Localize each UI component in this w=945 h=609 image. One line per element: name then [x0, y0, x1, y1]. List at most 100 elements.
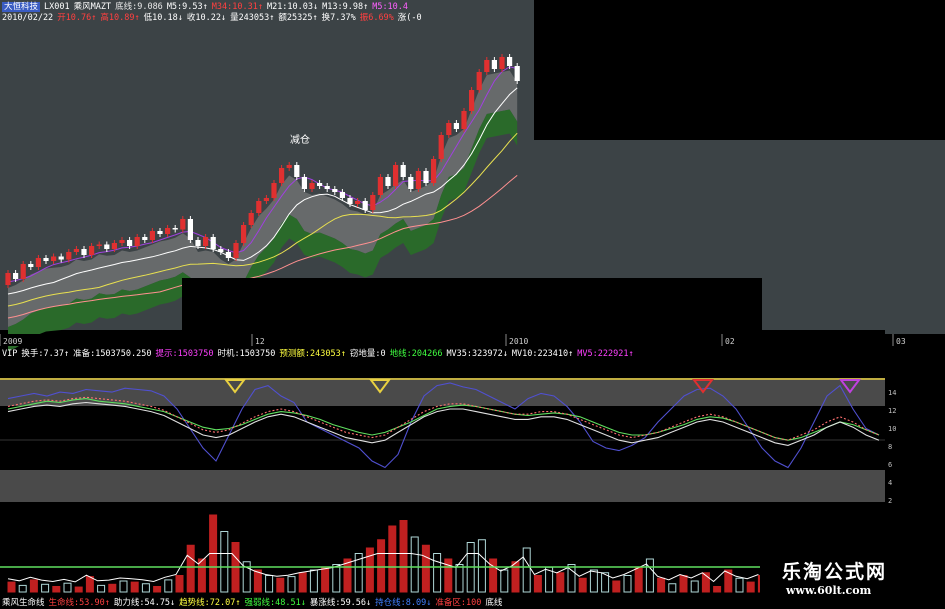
volume-bar — [612, 580, 621, 593]
candle-body — [248, 213, 254, 225]
y-tick-label: 12 — [888, 407, 896, 415]
indicator-item-5: 预测额:243053↑ — [279, 349, 346, 359]
y-tick-label: 8 — [888, 443, 892, 451]
candle-body — [165, 228, 171, 234]
candle-body — [233, 243, 239, 258]
candle-body — [225, 252, 231, 258]
candle-body — [241, 225, 247, 243]
candle-body — [370, 195, 376, 210]
quote-item-1: 开10.76↑ — [57, 13, 97, 23]
volume-bar — [153, 586, 162, 593]
overlay-block-center — [182, 278, 762, 330]
candle-body — [355, 201, 361, 204]
quote-item-8: 振6.69% — [359, 13, 394, 23]
candle-body — [43, 258, 49, 261]
indicator-item-9: MV10:223410↑ — [511, 349, 574, 359]
candle-body — [203, 237, 209, 246]
candle-body — [514, 66, 520, 81]
candle-body — [66, 252, 72, 260]
candle-body — [157, 231, 163, 234]
volume-bar — [197, 558, 206, 593]
lifeline-item-8: 底线 — [485, 598, 503, 608]
timeline-label: 03 — [896, 337, 906, 346]
candle-body — [377, 177, 383, 195]
candle-body — [461, 111, 467, 129]
indicator-item-7: 地线:204266 — [389, 349, 443, 359]
indicator-item-1: 换手:7.37↑ — [21, 349, 70, 359]
candle-body — [476, 72, 482, 90]
candle-body — [408, 177, 414, 189]
volume-bar — [186, 544, 195, 593]
volume-bar — [713, 586, 722, 593]
candle-body — [81, 249, 87, 255]
header-item-8: M5:10.4 — [372, 2, 409, 12]
lifeline-item-2: 助力线:54.75↓ — [113, 598, 176, 608]
candle-body — [96, 244, 102, 246]
candle-body — [13, 273, 19, 279]
lifeline-item-4: 强弱线:48.51↓ — [244, 598, 306, 608]
header-item-5: M34:10.31↑ — [211, 2, 263, 12]
candle-body — [58, 256, 64, 260]
candle-body — [362, 201, 368, 210]
candle-body — [20, 264, 26, 279]
indicator-item-10: MV5:222921↑ — [577, 349, 634, 359]
volume-bar — [108, 583, 117, 593]
quote-item-4: 收10.22↓ — [186, 13, 227, 23]
timeline-label: 12 — [255, 337, 265, 346]
volume-bar — [377, 539, 386, 593]
volume-bar — [489, 558, 498, 593]
candle-body — [187, 219, 193, 240]
indicator-item-8: MV35:323972↓ — [446, 349, 508, 359]
header-item-7: M13:9.98↑ — [322, 2, 369, 12]
header-item-4: M5:9.53↑ — [166, 2, 208, 12]
volume-bar — [421, 544, 430, 593]
indicator-item-6: 窃地量:0 — [349, 349, 386, 359]
candle-body — [195, 240, 201, 246]
volume-bar — [388, 525, 397, 593]
volume-bar — [7, 581, 16, 593]
candle-body — [119, 240, 125, 243]
quote-item-0: 2010/02/22 — [2, 13, 54, 23]
indicator-item-4: 时机:1503750 — [217, 349, 276, 359]
header-row-1: 大恒科技 LX001 乘风MAZT 底线:9.086 M5:9.53↑ M34:10.31… — [2, 2, 412, 12]
quote-item-6: 额25325↑ — [278, 13, 318, 23]
candle-body — [210, 237, 216, 249]
quote-item-9: 涨(-0 — [397, 13, 422, 23]
watermark-url: www.60lt.com — [786, 584, 872, 597]
candle-body — [309, 183, 315, 189]
header-item-6: M21:10.03↓ — [266, 2, 319, 12]
candle-body — [431, 159, 437, 183]
volume-bar — [578, 577, 587, 593]
right-edge-strip — [885, 140, 945, 340]
indicator-item-0: VIP — [2, 349, 18, 359]
header-item-2: 乘风MAZT — [73, 2, 112, 12]
candle-body — [324, 186, 330, 189]
candle-body — [286, 165, 292, 168]
y-tick-label: 2 — [888, 497, 892, 505]
volume-bar — [52, 586, 61, 593]
candle-body — [104, 244, 110, 249]
candle-body — [5, 273, 11, 285]
quote-item-5: 量243053↑ — [230, 13, 275, 23]
header-row-2: 2010/02/22 开10.76↑ 高10.89↑ 低10.18↓ 收10.22↓ 量2… — [2, 13, 426, 23]
volume-bar — [657, 577, 666, 593]
candle-body — [263, 198, 269, 201]
candle-body — [423, 171, 429, 183]
candle-body — [149, 231, 155, 240]
candle-body — [134, 237, 140, 246]
lifeline-item-5: 暴涨线:59.56↓ — [309, 598, 372, 608]
volume-bar — [130, 581, 139, 593]
candle-body — [332, 189, 338, 192]
time-axis — [0, 334, 945, 346]
lifeline-item-1: 生命线:53.90↑ — [48, 598, 110, 608]
volume-bar — [634, 566, 643, 593]
candle-body — [172, 228, 178, 230]
volume-bar — [321, 566, 330, 593]
candle-body — [499, 57, 505, 69]
volume-bar — [298, 572, 307, 593]
candle-body — [73, 249, 79, 252]
indicator-row: VIP 换手:7.37↑ 准备:1503750.250 提示:1503750 时机:15… — [2, 349, 638, 359]
candle-body — [339, 192, 345, 198]
candle-body — [279, 168, 285, 183]
volume-bar — [746, 581, 755, 593]
